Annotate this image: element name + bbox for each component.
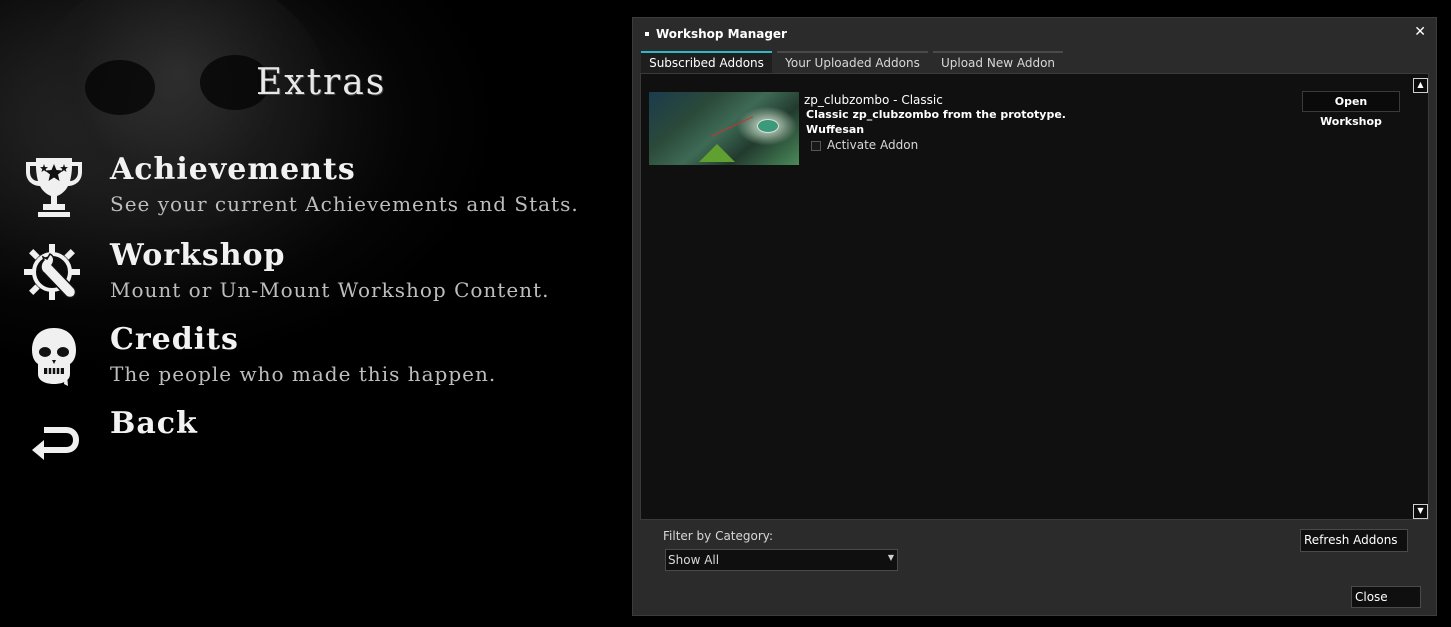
tab-subscribed-addons[interactable]: Subscribed Addons [641, 51, 772, 73]
refresh-addons-button[interactable]: Refresh Addons [1300, 529, 1408, 552]
gear-wrench-icon [24, 244, 80, 300]
addon-name: zp_clubzombo - Classic [804, 93, 943, 107]
tab-upload-new-addon[interactable]: Upload New Addon [933, 51, 1063, 73]
scroll-up-icon[interactable]: ▲ [1413, 78, 1428, 93]
tab-your-uploaded-addons[interactable]: Your Uploaded Addons [777, 51, 928, 73]
workshop-manager-window: Workshop Manager ✕ Subscribed Addons You… [632, 17, 1437, 616]
addon-thumbnail [649, 92, 799, 165]
trophy-icon [26, 158, 82, 217]
chevron-down-icon: ▼ [887, 553, 894, 562]
menu-item-credits[interactable]: Credits The people who made this happen. [22, 322, 622, 402]
filter-label: Filter by Category: [663, 529, 774, 543]
game-menu-screen: Extras Achievements See your current Ach… [0, 0, 1451, 627]
activate-addon-label[interactable]: Activate Addon [827, 138, 918, 152]
window-menu-icon [645, 32, 649, 36]
menu-item-achievements[interactable]: Achievements See your current Achievemen… [22, 152, 622, 232]
menu-item-description: Mount or Un-Mount Workshop Content. [110, 278, 550, 302]
menu-item-label: Back [110, 406, 198, 441]
addon-list: zp_clubzombo - Classic Classic zp_clubzo… [640, 73, 1429, 520]
addon-list-scrollbar[interactable]: ▲ ▼ [1413, 74, 1428, 519]
thumbnail-eye [757, 119, 779, 133]
filter-selected-value: Show All [668, 553, 720, 567]
activate-addon-checkbox[interactable] [811, 141, 821, 151]
extras-title: Extras [256, 62, 387, 103]
back-arrow-icon [32, 427, 80, 460]
window-titlebar[interactable]: Workshop Manager ✕ [633, 18, 1436, 48]
addon-description: Classic zp_clubzombo from the prototype. [806, 108, 1066, 121]
background-skull-eye-left [85, 60, 155, 115]
open-workshop-button[interactable]: Open Workshop [1302, 91, 1400, 128]
addon-author: Wuffesan [806, 123, 865, 136]
thumbnail-shape [699, 144, 735, 162]
window-close-icon[interactable]: ✕ [1414, 24, 1426, 40]
category-filter-select[interactable]: Show All ▼ [665, 549, 898, 571]
menu-item-label: Credits [110, 322, 239, 357]
menu-item-label: Achievements [110, 152, 356, 187]
scroll-down-icon[interactable]: ▼ [1413, 504, 1428, 519]
zombie-head-icon [32, 328, 76, 386]
menu-item-label: Workshop [110, 238, 286, 273]
menu-item-description: The people who made this happen. [110, 362, 497, 386]
menu-item-back[interactable]: Back [22, 406, 622, 486]
menu-item-workshop[interactable]: Workshop Mount or Un-Mount Workshop Cont… [22, 238, 622, 318]
window-title: Workshop Manager [656, 27, 787, 41]
close-button[interactable]: Close [1351, 586, 1421, 608]
menu-item-description: See your current Achievements and Stats. [110, 192, 579, 216]
thumbnail-laser [710, 116, 754, 137]
